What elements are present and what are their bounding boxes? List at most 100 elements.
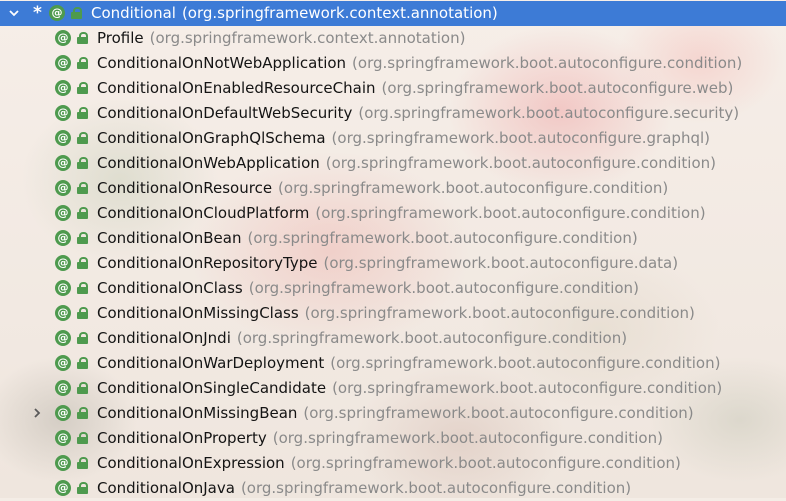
lock-icon [77, 332, 88, 344]
annotation-name: ConditionalOnWarDeployment [97, 354, 325, 372]
tree-item-label: ConditionalOnEnabledResourceChain (org.sp… [97, 79, 733, 97]
package-name: (org.springframework.boot.autoconfigure.… [352, 54, 743, 72]
package-name: (org.springframework.boot.autoconfigure.… [323, 254, 679, 272]
lock-icon [77, 407, 88, 419]
lock-icon [77, 482, 88, 494]
lock-icon [77, 357, 88, 369]
annotation-icon: @ [55, 180, 71, 196]
tree-item-row[interactable]: @ ConditionalOnBean (org.springframework.b… [0, 226, 786, 251]
tree-item-label: ConditionalOnExpression (org.springframew… [97, 454, 681, 472]
chevron-down-icon[interactable] [8, 7, 20, 19]
tree-item-label: ConditionalOnSingleCandidate (org.springf… [97, 379, 722, 397]
tree-item-label: Profile (org.springframework.context.anno… [97, 29, 465, 47]
tree-root-row[interactable]: * @ Conditional (org.springframework.cont… [0, 1, 786, 26]
tree-item-label: ConditionalOnCloudPlatform (org.springfra… [97, 204, 706, 222]
package-name: (org.springframework.boot.autoconfigure.… [325, 154, 716, 172]
tree-item-row[interactable]: @ Profile (org.springframework.context.ann… [0, 26, 786, 51]
lock-icon [77, 432, 88, 444]
tree-item-label: ConditionalOnWebApplication (org.springfr… [97, 154, 716, 172]
annotation-icon: @ [55, 205, 71, 221]
annotation-icon: @ [49, 5, 65, 21]
annotation-icon: @ [55, 255, 71, 271]
annotation-name: ConditionalOnSingleCandidate [97, 379, 327, 397]
lock-icon [77, 157, 88, 169]
annotation-name: ConditionalOnCloudPlatform [97, 204, 310, 222]
tree-item-row[interactable]: @ ConditionalOnMissingBean (org.springfram… [0, 401, 786, 426]
tree-item-row[interactable]: @ ConditionalOnJndi (org.springframework.b… [0, 326, 786, 351]
package-name: (org.springframework.boot.autoconfigure.… [358, 104, 740, 122]
annotation-name: ConditionalOnRepositoryType [97, 254, 318, 272]
annotation-icon: @ [55, 405, 71, 421]
annotation-icon: @ [55, 330, 71, 346]
tree-item-label: ConditionalOnNotWebApplication (org.sprin… [97, 54, 742, 72]
lock-icon [77, 107, 88, 119]
tree-item-row[interactable]: @ ConditionalOnClass (org.springframework.… [0, 276, 786, 301]
tree-item-row[interactable]: @ ConditionalOnJava (org.springframework.b… [0, 476, 786, 501]
package-name: (org.springframework.boot.autoconfigure.… [272, 429, 663, 447]
tree-item-row[interactable]: @ ConditionalOnGraphQlSchema (org.springfr… [0, 126, 786, 151]
annotation-icon: @ [55, 105, 71, 121]
package-name: (org.springframework.boot.autoconfigure.… [315, 204, 706, 222]
annotation-icon: @ [55, 480, 71, 496]
tree-item-label: ConditionalOnJava (org.springframework.bo… [97, 479, 631, 497]
annotation-name: ConditionalOnMissingClass [97, 304, 299, 322]
package-name: (org.springframework.boot.autoconfigure.… [331, 129, 710, 147]
lock-icon [77, 32, 88, 44]
tree-item-label: ConditionalOnGraphQlSchema (org.springfra… [97, 129, 710, 147]
annotation-name: ConditionalOnJndi [97, 329, 231, 347]
annotation-name: ConditionalOnMissingBean [97, 404, 298, 422]
annotation-icon: @ [55, 280, 71, 296]
tree-item-row[interactable]: @ ConditionalOnCloudPlatform (org.springfr… [0, 201, 786, 226]
tree-item-row[interactable]: @ ConditionalOnProperty (org.springframewo… [0, 426, 786, 451]
tree-item-label: ConditionalOnMissingBean (org.springframe… [97, 404, 694, 422]
package-name: (org.springframework.boot.autoconfigure.… [381, 79, 734, 97]
tree-item-label: ConditionalOnResource (org.springframewor… [97, 179, 668, 197]
annotation-name: ConditionalOnEnabledResourceChain [97, 79, 376, 97]
annotation-icon: @ [55, 305, 71, 321]
annotation-icon: @ [55, 155, 71, 171]
package-name: (org.springframework.boot.autoconfigure.… [330, 354, 721, 372]
tree-item-row[interactable]: @ ConditionalOnResource (org.springframewo… [0, 176, 786, 201]
lock-icon [77, 457, 88, 469]
tree-item-row[interactable]: @ ConditionalOnSingleCandidate (org.spring… [0, 376, 786, 401]
package-name: (org.springframework.boot.autoconfigure.… [303, 404, 694, 422]
tree-item-row[interactable]: @ ConditionalOnMissingClass (org.springfra… [0, 301, 786, 326]
lock-icon [77, 82, 88, 94]
tree-root-label: Conditional (org.springframework.context.… [91, 4, 498, 22]
tree-item-label: ConditionalOnWarDeployment (org.springfra… [97, 354, 720, 372]
annotation-name: ConditionalOnDefaultWebSecurity [97, 104, 353, 122]
annotation-icon: @ [55, 455, 71, 471]
tree-item-row[interactable]: @ ConditionalOnRepositoryType (org.springf… [0, 251, 786, 276]
package-name: (org.springframework.context.annotation) [149, 29, 466, 47]
tree-item-label: ConditionalOnClass (org.springframework.b… [97, 279, 639, 297]
annotation-name: ConditionalOnClass [97, 279, 243, 297]
annotation-icon: @ [55, 55, 71, 71]
annotation-name: ConditionalOnJava [97, 479, 235, 497]
tree-item-label: ConditionalOnProperty (org.springframewor… [97, 429, 663, 447]
tree-item-row[interactable]: @ ConditionalOnWebApplication (org.springf… [0, 151, 786, 176]
tree-item-label: ConditionalOnMissingClass (org.springfram… [97, 304, 695, 322]
annotation-icon: @ [55, 380, 71, 396]
tree-item-row[interactable]: @ ConditionalOnExpression (org.springframe… [0, 451, 786, 476]
tree-item-row[interactable]: @ ConditionalOnDefaultWebSecurity (org.spr… [0, 101, 786, 126]
annotation-icon: @ [55, 130, 71, 146]
chevron-right-icon[interactable] [31, 407, 43, 419]
lock-icon [77, 207, 88, 219]
annotation-icon: @ [55, 230, 71, 246]
package-name: (org.springframework.boot.autoconfigure.… [236, 329, 628, 347]
tree-item-row[interactable]: @ ConditionalOnEnabledResourceChain (org.s… [0, 76, 786, 101]
tree-item-label: ConditionalOnBean (org.springframework.bo… [97, 229, 638, 247]
tree-item-row[interactable]: @ ConditionalOnNotWebApplication (org.spri… [0, 51, 786, 76]
package-name: (org.springframework.boot.autoconfigure.… [304, 304, 695, 322]
lock-icon [77, 257, 88, 269]
lock-icon [77, 282, 88, 294]
annotation-name: ConditionalOnProperty [97, 429, 267, 447]
annotation-name: ConditionalOnBean [97, 229, 242, 247]
annotation-name: ConditionalOnGraphQlSchema [97, 129, 326, 147]
annotation-icon: @ [55, 355, 71, 371]
lock-icon [77, 57, 88, 69]
tree-item-row[interactable]: @ ConditionalOnWarDeployment (org.springfr… [0, 351, 786, 376]
annotation-name: ConditionalOnResource [97, 179, 273, 197]
lock-icon [77, 132, 88, 144]
package-name: (org.springframework.boot.autoconfigure.… [332, 379, 723, 397]
